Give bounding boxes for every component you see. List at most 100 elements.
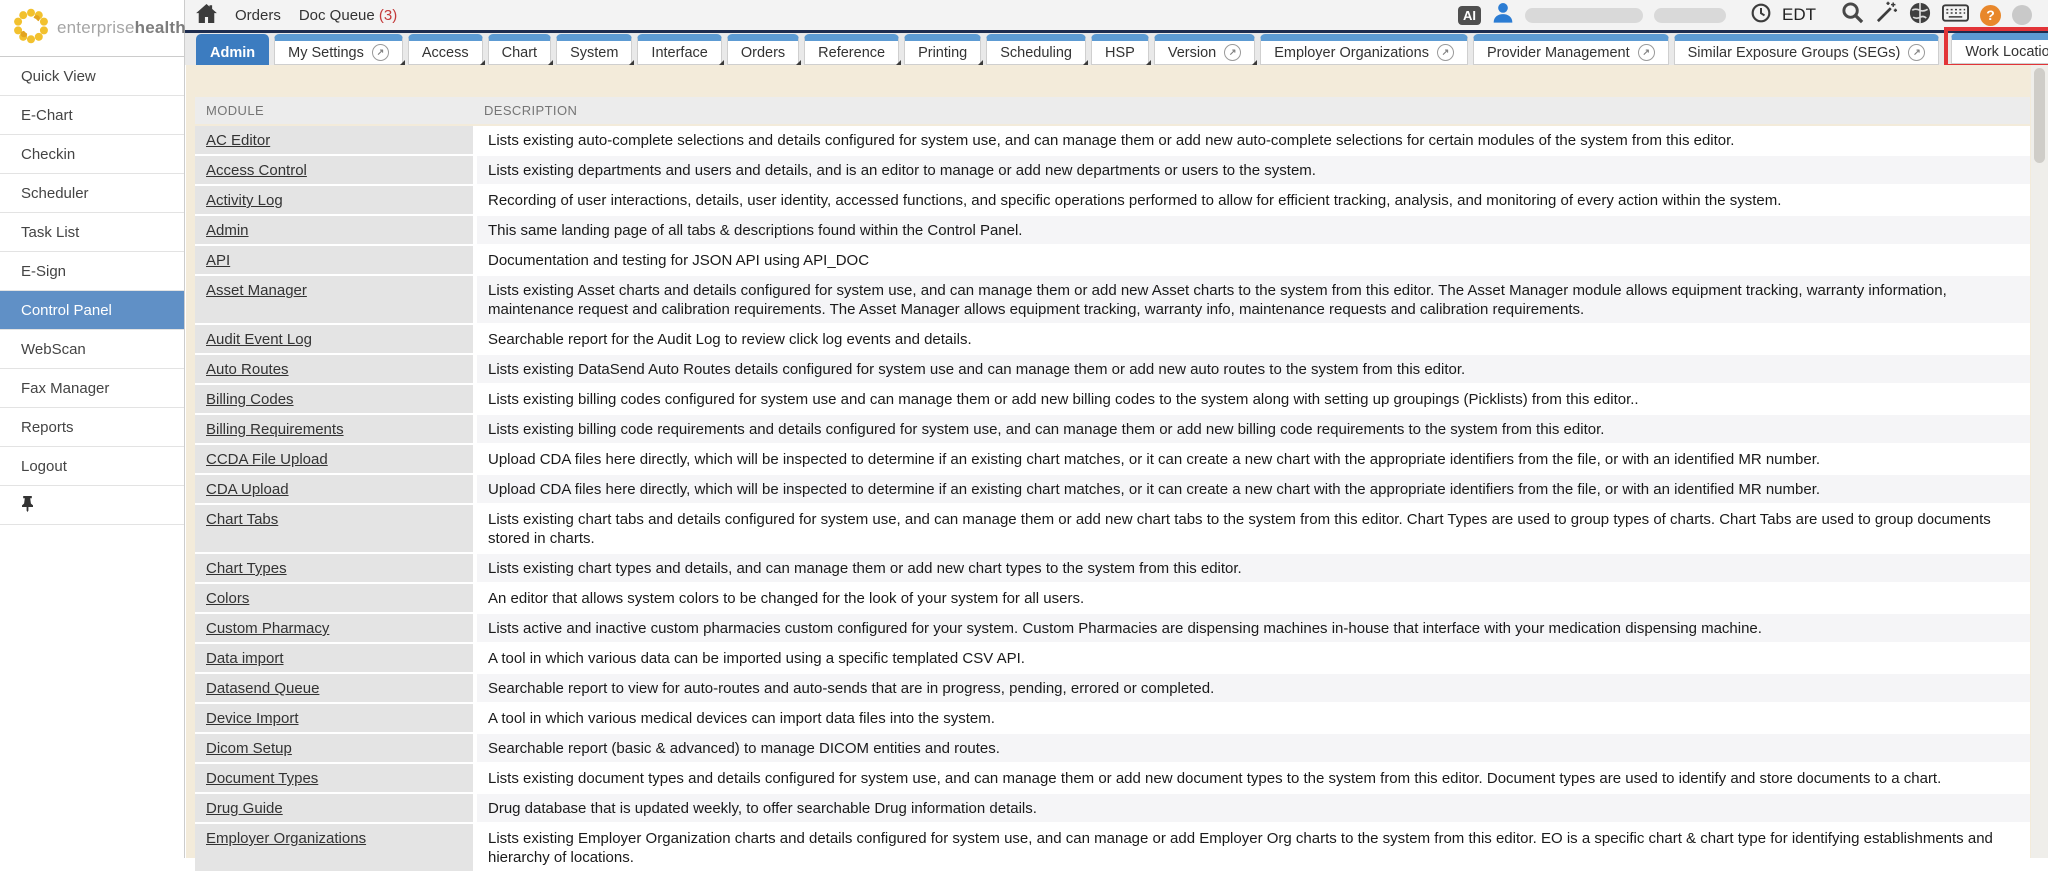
module-link[interactable]: Document Types — [206, 770, 318, 787]
module-link[interactable]: Asset Manager — [206, 282, 307, 299]
sidebar-item-fax-manager[interactable]: Fax Manager — [0, 369, 184, 408]
tab-admin[interactable]: Admin — [196, 34, 269, 65]
sidebar-item-scheduler[interactable]: Scheduler — [0, 174, 184, 213]
table-row: Chart Tabs Lists existing chart tabs and … — [195, 505, 2030, 552]
globe-icon[interactable] — [1909, 2, 1931, 29]
description-cell: Documentation and testing for JSON API u… — [477, 246, 2030, 274]
tab-work-locations[interactable]: Work Locations↗ — [1951, 33, 2048, 64]
brand-name-bold: health — [135, 18, 186, 37]
module-link[interactable]: Billing Codes — [206, 391, 294, 408]
timezone-label: EDT — [1782, 5, 1816, 25]
module-cell: Asset Manager — [195, 276, 473, 323]
module-link[interactable]: Data import — [206, 650, 284, 667]
table-row: Employer OrganizationsLists existing Emp… — [195, 824, 2030, 871]
module-link[interactable]: Audit Event Log — [206, 331, 312, 348]
column-header-module: MODULE — [195, 103, 473, 118]
nav-doc-queue[interactable]: Doc Queue (3) — [299, 7, 397, 24]
tab-label: HSP — [1105, 45, 1135, 61]
external-link-icon: ↗ — [1437, 44, 1454, 61]
search-icon[interactable] — [1841, 1, 1864, 29]
tab-interface[interactable]: Interface — [637, 34, 721, 65]
table-row: CDA Upload Upload CDA files here directly… — [195, 475, 2030, 503]
sidebar-item-checkin[interactable]: Checkin — [0, 135, 184, 174]
tab-label: Provider Management — [1487, 45, 1630, 61]
table-row: Datasend Queue Searchable report to view … — [195, 674, 2030, 702]
sidebar-item-control-panel[interactable]: Control Panel — [0, 291, 184, 330]
tab-version[interactable]: Version↗ — [1154, 34, 1255, 65]
description-text: Searchable report to view for auto-route… — [488, 679, 2020, 698]
avatar-placeholder[interactable] — [2012, 5, 2032, 25]
tab-hsp[interactable]: HSP — [1091, 34, 1149, 65]
tab-label: Similar Exposure Groups (SEGs) — [1688, 45, 1901, 61]
tab-system[interactable]: System — [556, 34, 632, 65]
user-icon[interactable] — [1492, 1, 1514, 29]
sidebar-item-label: Control Panel — [21, 302, 112, 319]
sidebar-item-logout[interactable]: Logout — [0, 447, 184, 486]
tab-similar-exposure-groups-segs[interactable]: Similar Exposure Groups (SEGs)↗ — [1674, 34, 1940, 65]
wand-icon[interactable] — [1875, 1, 1898, 29]
module-link[interactable]: Employer Organizations — [206, 830, 366, 847]
module-cell: Activity Log — [195, 186, 473, 214]
nav-orders[interactable]: Orders — [235, 7, 281, 24]
module-link[interactable]: CDA Upload — [206, 481, 289, 498]
tab-reference[interactable]: Reference — [804, 34, 899, 65]
module-link[interactable]: Device Import — [206, 710, 299, 727]
module-link[interactable]: Chart Tabs — [206, 511, 278, 528]
sidebar-item-webscan[interactable]: WebScan — [0, 330, 184, 369]
tab-scheduling[interactable]: Scheduling — [986, 34, 1086, 65]
sidebar-item-reports[interactable]: Reports — [0, 408, 184, 447]
module-link[interactable]: Datasend Queue — [206, 680, 319, 697]
sidebar-item-task-list[interactable]: Task List — [0, 213, 184, 252]
description-cell: This same landing page of all tabs & des… — [477, 216, 2030, 244]
sidebar-item-pin[interactable] — [0, 486, 184, 525]
tab-bar: AdminMy Settings↗AccessChart System Interf… — [0, 33, 2048, 65]
description-cell: Lists existing chart tabs and details co… — [477, 505, 2030, 552]
module-link[interactable]: Admin — [206, 222, 249, 239]
tab-provider-management[interactable]: Provider Management ↗ — [1473, 34, 1669, 65]
help-icon[interactable]: ? — [1980, 5, 2001, 26]
tab-label: System — [570, 45, 618, 61]
description-text: Lists existing auto-complete selections … — [488, 131, 2020, 150]
keyboard-icon[interactable] — [1942, 4, 1969, 27]
topbar-icons: AI EDT ? — [1458, 1, 2032, 29]
module-cell: Billing Codes — [195, 385, 473, 413]
module-link[interactable]: Chart Types — [206, 560, 287, 577]
sidebar-item-e-chart[interactable]: E-Chart — [0, 96, 184, 135]
module-link[interactable]: Billing Requirements — [206, 421, 344, 438]
module-link[interactable]: Activity Log — [206, 192, 283, 209]
description-cell: Upload CDA files here directly, which wi… — [477, 475, 2030, 503]
module-link[interactable]: Access Control — [206, 162, 307, 179]
table-row: Drug GuideDrug database that is updated … — [195, 794, 2030, 822]
module-link[interactable]: Colors — [206, 590, 249, 607]
module-link[interactable]: API — [206, 252, 230, 269]
description-cell: Searchable report for the Audit Log to r… — [477, 325, 2030, 353]
tab-my-settings[interactable]: My Settings↗ — [274, 34, 403, 65]
table-row: API Documentation and testing for JSON AP… — [195, 246, 2030, 274]
module-cell: Audit Event Log — [195, 325, 473, 353]
description-cell: Lists active and inactive custom pharmac… — [477, 614, 2030, 642]
module-link[interactable]: AC Editor — [206, 132, 270, 149]
table-row: Asset ManagerLists existing Asset charts… — [195, 276, 2030, 323]
tab-employer-organizations[interactable]: Employer Organizations↗ — [1260, 34, 1468, 65]
module-link[interactable]: Custom Pharmacy — [206, 620, 329, 637]
tab-chart[interactable]: Chart — [488, 34, 551, 65]
redacted-text — [1654, 8, 1726, 23]
module-link[interactable]: Auto Routes — [206, 361, 289, 378]
tab-printing[interactable]: Printing — [904, 34, 981, 65]
description-text: Documentation and testing for JSON API u… — [488, 251, 2020, 270]
external-link-icon: ↗ — [1638, 44, 1655, 61]
home-icon[interactable] — [196, 4, 217, 27]
description-cell: Recording of user interactions, details,… — [477, 186, 2030, 214]
description-cell: Lists existing auto-complete selections … — [477, 126, 2030, 154]
module-link[interactable]: CCDA File Upload — [206, 451, 328, 468]
scrollbar[interactable] — [2031, 65, 2048, 858]
module-link[interactable]: Dicom Setup — [206, 740, 292, 757]
tab-access[interactable]: Access — [408, 34, 483, 65]
sidebar-item-quick-view[interactable]: Quick View — [0, 57, 184, 96]
tab-orders[interactable]: Orders — [727, 34, 799, 65]
module-link[interactable]: Drug Guide — [206, 800, 283, 817]
scrollbar-thumb[interactable] — [2034, 68, 2045, 163]
sidebar-item-e-sign[interactable]: E-Sign — [0, 252, 184, 291]
tab-label: Version — [1168, 45, 1216, 61]
sidebar-item-label: E-Sign — [21, 263, 66, 280]
